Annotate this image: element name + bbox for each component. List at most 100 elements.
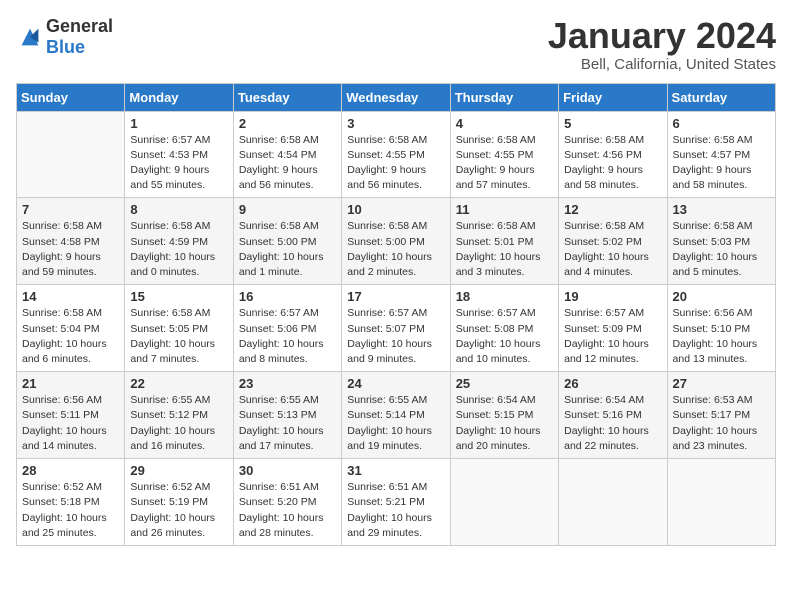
day-number: 10 [347,202,444,217]
day-cell: 29Sunrise: 6:52 AM Sunset: 5:19 PM Dayli… [125,459,233,546]
day-info: Sunrise: 6:57 AM Sunset: 5:09 PM Dayligh… [564,306,661,367]
header-cell-monday: Monday [125,83,233,111]
day-info: Sunrise: 6:57 AM Sunset: 5:06 PM Dayligh… [239,306,336,367]
day-cell: 25Sunrise: 6:54 AM Sunset: 5:15 PM Dayli… [450,372,558,459]
day-cell: 13Sunrise: 6:58 AM Sunset: 5:03 PM Dayli… [667,198,775,285]
week-row-4: 21Sunrise: 6:56 AM Sunset: 5:11 PM Dayli… [17,372,776,459]
day-info: Sunrise: 6:52 AM Sunset: 5:18 PM Dayligh… [22,480,119,541]
day-info: Sunrise: 6:58 AM Sunset: 5:04 PM Dayligh… [22,306,119,367]
day-info: Sunrise: 6:51 AM Sunset: 5:21 PM Dayligh… [347,480,444,541]
day-info: Sunrise: 6:58 AM Sunset: 5:02 PM Dayligh… [564,219,661,280]
day-info: Sunrise: 6:58 AM Sunset: 5:01 PM Dayligh… [456,219,553,280]
header-cell-thursday: Thursday [450,83,558,111]
day-info: Sunrise: 6:58 AM Sunset: 4:59 PM Dayligh… [130,219,227,280]
day-cell: 14 Sunrise: 6:58 AM Sunset: 5:04 PM Dayli… [17,285,125,372]
week-row-3: 14 Sunrise: 6:58 AM Sunset: 5:04 PM Dayli… [17,285,776,372]
day-number: 3 [347,116,444,131]
day-info: Sunrise: 6:52 AM Sunset: 5:19 PM Dayligh… [130,480,227,541]
day-number: 14 [22,289,119,304]
day-info: Sunrise: 6:53 AM Sunset: 5:17 PM Dayligh… [673,393,770,454]
day-info: Sunrise: 6:55 AM Sunset: 5:13 PM Dayligh… [239,393,336,454]
day-info: Sunrise: 6:57 AM Sunset: 5:07 PM Dayligh… [347,306,444,367]
day-number: 20 [673,289,770,304]
logo: General Blue [16,16,113,58]
day-number: 24 [347,376,444,391]
day-cell: 4 Sunrise: 6:58 AM Sunset: 4:55 PM Daylig… [450,111,558,198]
day-number: 28 [22,463,119,478]
day-info: Sunrise: 6:51 AM Sunset: 5:20 PM Dayligh… [239,480,336,541]
day-cell: 31 Sunrise: 6:51 AM Sunset: 5:21 PM Dayli… [342,459,450,546]
day-cell: 1 Sunrise: 6:57 AM Sunset: 4:53 PM Daylig… [125,111,233,198]
day-number: 27 [673,376,770,391]
day-number: 4 [456,116,553,131]
calendar-title: January 2024 [548,16,776,56]
day-cell: 2Sunrise: 6:58 AM Sunset: 4:54 PM Daylig… [233,111,341,198]
day-info: Sunrise: 6:58 AM Sunset: 4:57 PM Dayligh… [673,133,770,194]
day-number: 6 [673,116,770,131]
day-number: 16 [239,289,336,304]
day-cell [17,111,125,198]
day-number: 23 [239,376,336,391]
day-cell: 27 Sunrise: 6:53 AM Sunset: 5:17 PM Dayli… [667,372,775,459]
day-number: 11 [456,202,553,217]
day-cell [667,459,775,546]
day-cell: 19 Sunrise: 6:57 AM Sunset: 5:09 PM Dayli… [559,285,667,372]
logo-icon [16,23,44,51]
day-cell: 7 Sunrise: 6:58 AM Sunset: 4:58 PM Daylig… [17,198,125,285]
day-number: 19 [564,289,661,304]
header-cell-friday: Friday [559,83,667,111]
day-cell: 3 Sunrise: 6:58 AM Sunset: 4:55 PM Daylig… [342,111,450,198]
day-info: Sunrise: 6:54 AM Sunset: 5:16 PM Dayligh… [564,393,661,454]
day-info: Sunrise: 6:58 AM Sunset: 4:55 PM Dayligh… [456,133,553,194]
day-info: Sunrise: 6:58 AM Sunset: 5:00 PM Dayligh… [347,219,444,280]
day-cell: 22 Sunrise: 6:55 AM Sunset: 5:12 PM Dayli… [125,372,233,459]
day-info: Sunrise: 6:58 AM Sunset: 4:56 PM Dayligh… [564,133,661,194]
day-number: 12 [564,202,661,217]
day-cell: 16 Sunrise: 6:57 AM Sunset: 5:06 PM Dayli… [233,285,341,372]
header-cell-sunday: Sunday [17,83,125,111]
logo-text-general: General [46,16,113,37]
day-cell: 8 Sunrise: 6:58 AM Sunset: 4:59 PM Daylig… [125,198,233,285]
day-number: 1 [130,116,227,131]
logo-text-blue: Blue [46,37,113,58]
day-info: Sunrise: 6:58 AM Sunset: 4:55 PM Dayligh… [347,133,444,194]
day-info: Sunrise: 6:55 AM Sunset: 5:12 PM Dayligh… [130,393,227,454]
day-number: 7 [22,202,119,217]
day-cell: 21Sunrise: 6:56 AM Sunset: 5:11 PM Dayli… [17,372,125,459]
day-cell: 9Sunrise: 6:58 AM Sunset: 5:00 PM Daylig… [233,198,341,285]
day-cell: 10 Sunrise: 6:58 AM Sunset: 5:00 PM Dayli… [342,198,450,285]
day-number: 15 [130,289,227,304]
day-cell: 11 Sunrise: 6:58 AM Sunset: 5:01 PM Dayli… [450,198,558,285]
calendar-subtitle: Bell, California, United States [548,56,776,73]
day-number: 17 [347,289,444,304]
header-row: SundayMondayTuesdayWednesdayThursdayFrid… [17,83,776,111]
day-info: Sunrise: 6:58 AM Sunset: 4:58 PM Dayligh… [22,219,119,280]
day-cell: 30Sunrise: 6:51 AM Sunset: 5:20 PM Dayli… [233,459,341,546]
calendar-table: SundayMondayTuesdayWednesdayThursdayFrid… [16,83,776,546]
page-header: General Blue January 2024 Bell, Californ… [16,16,776,73]
day-info: Sunrise: 6:55 AM Sunset: 5:14 PM Dayligh… [347,393,444,454]
day-info: Sunrise: 6:56 AM Sunset: 5:10 PM Dayligh… [673,306,770,367]
day-cell: 26 Sunrise: 6:54 AM Sunset: 5:16 PM Dayli… [559,372,667,459]
day-info: Sunrise: 6:58 AM Sunset: 5:03 PM Dayligh… [673,219,770,280]
day-number: 22 [130,376,227,391]
day-number: 31 [347,463,444,478]
day-cell: 18 Sunrise: 6:57 AM Sunset: 5:08 PM Dayli… [450,285,558,372]
header-cell-saturday: Saturday [667,83,775,111]
header-cell-wednesday: Wednesday [342,83,450,111]
day-number: 18 [456,289,553,304]
day-number: 8 [130,202,227,217]
day-info: Sunrise: 6:58 AM Sunset: 4:54 PM Dayligh… [239,133,336,194]
day-info: Sunrise: 6:54 AM Sunset: 5:15 PM Dayligh… [456,393,553,454]
day-cell: 15 Sunrise: 6:58 AM Sunset: 5:05 PM Dayli… [125,285,233,372]
day-info: Sunrise: 6:58 AM Sunset: 5:05 PM Dayligh… [130,306,227,367]
week-row-1: 1 Sunrise: 6:57 AM Sunset: 4:53 PM Daylig… [17,111,776,198]
day-cell: 28 Sunrise: 6:52 AM Sunset: 5:18 PM Dayli… [17,459,125,546]
week-row-5: 28 Sunrise: 6:52 AM Sunset: 5:18 PM Dayli… [17,459,776,546]
day-cell: 17 Sunrise: 6:57 AM Sunset: 5:07 PM Dayli… [342,285,450,372]
title-block: January 2024 Bell, California, United St… [548,16,776,73]
day-info: Sunrise: 6:57 AM Sunset: 5:08 PM Dayligh… [456,306,553,367]
day-number: 26 [564,376,661,391]
day-info: Sunrise: 6:57 AM Sunset: 4:53 PM Dayligh… [130,133,227,194]
day-number: 9 [239,202,336,217]
